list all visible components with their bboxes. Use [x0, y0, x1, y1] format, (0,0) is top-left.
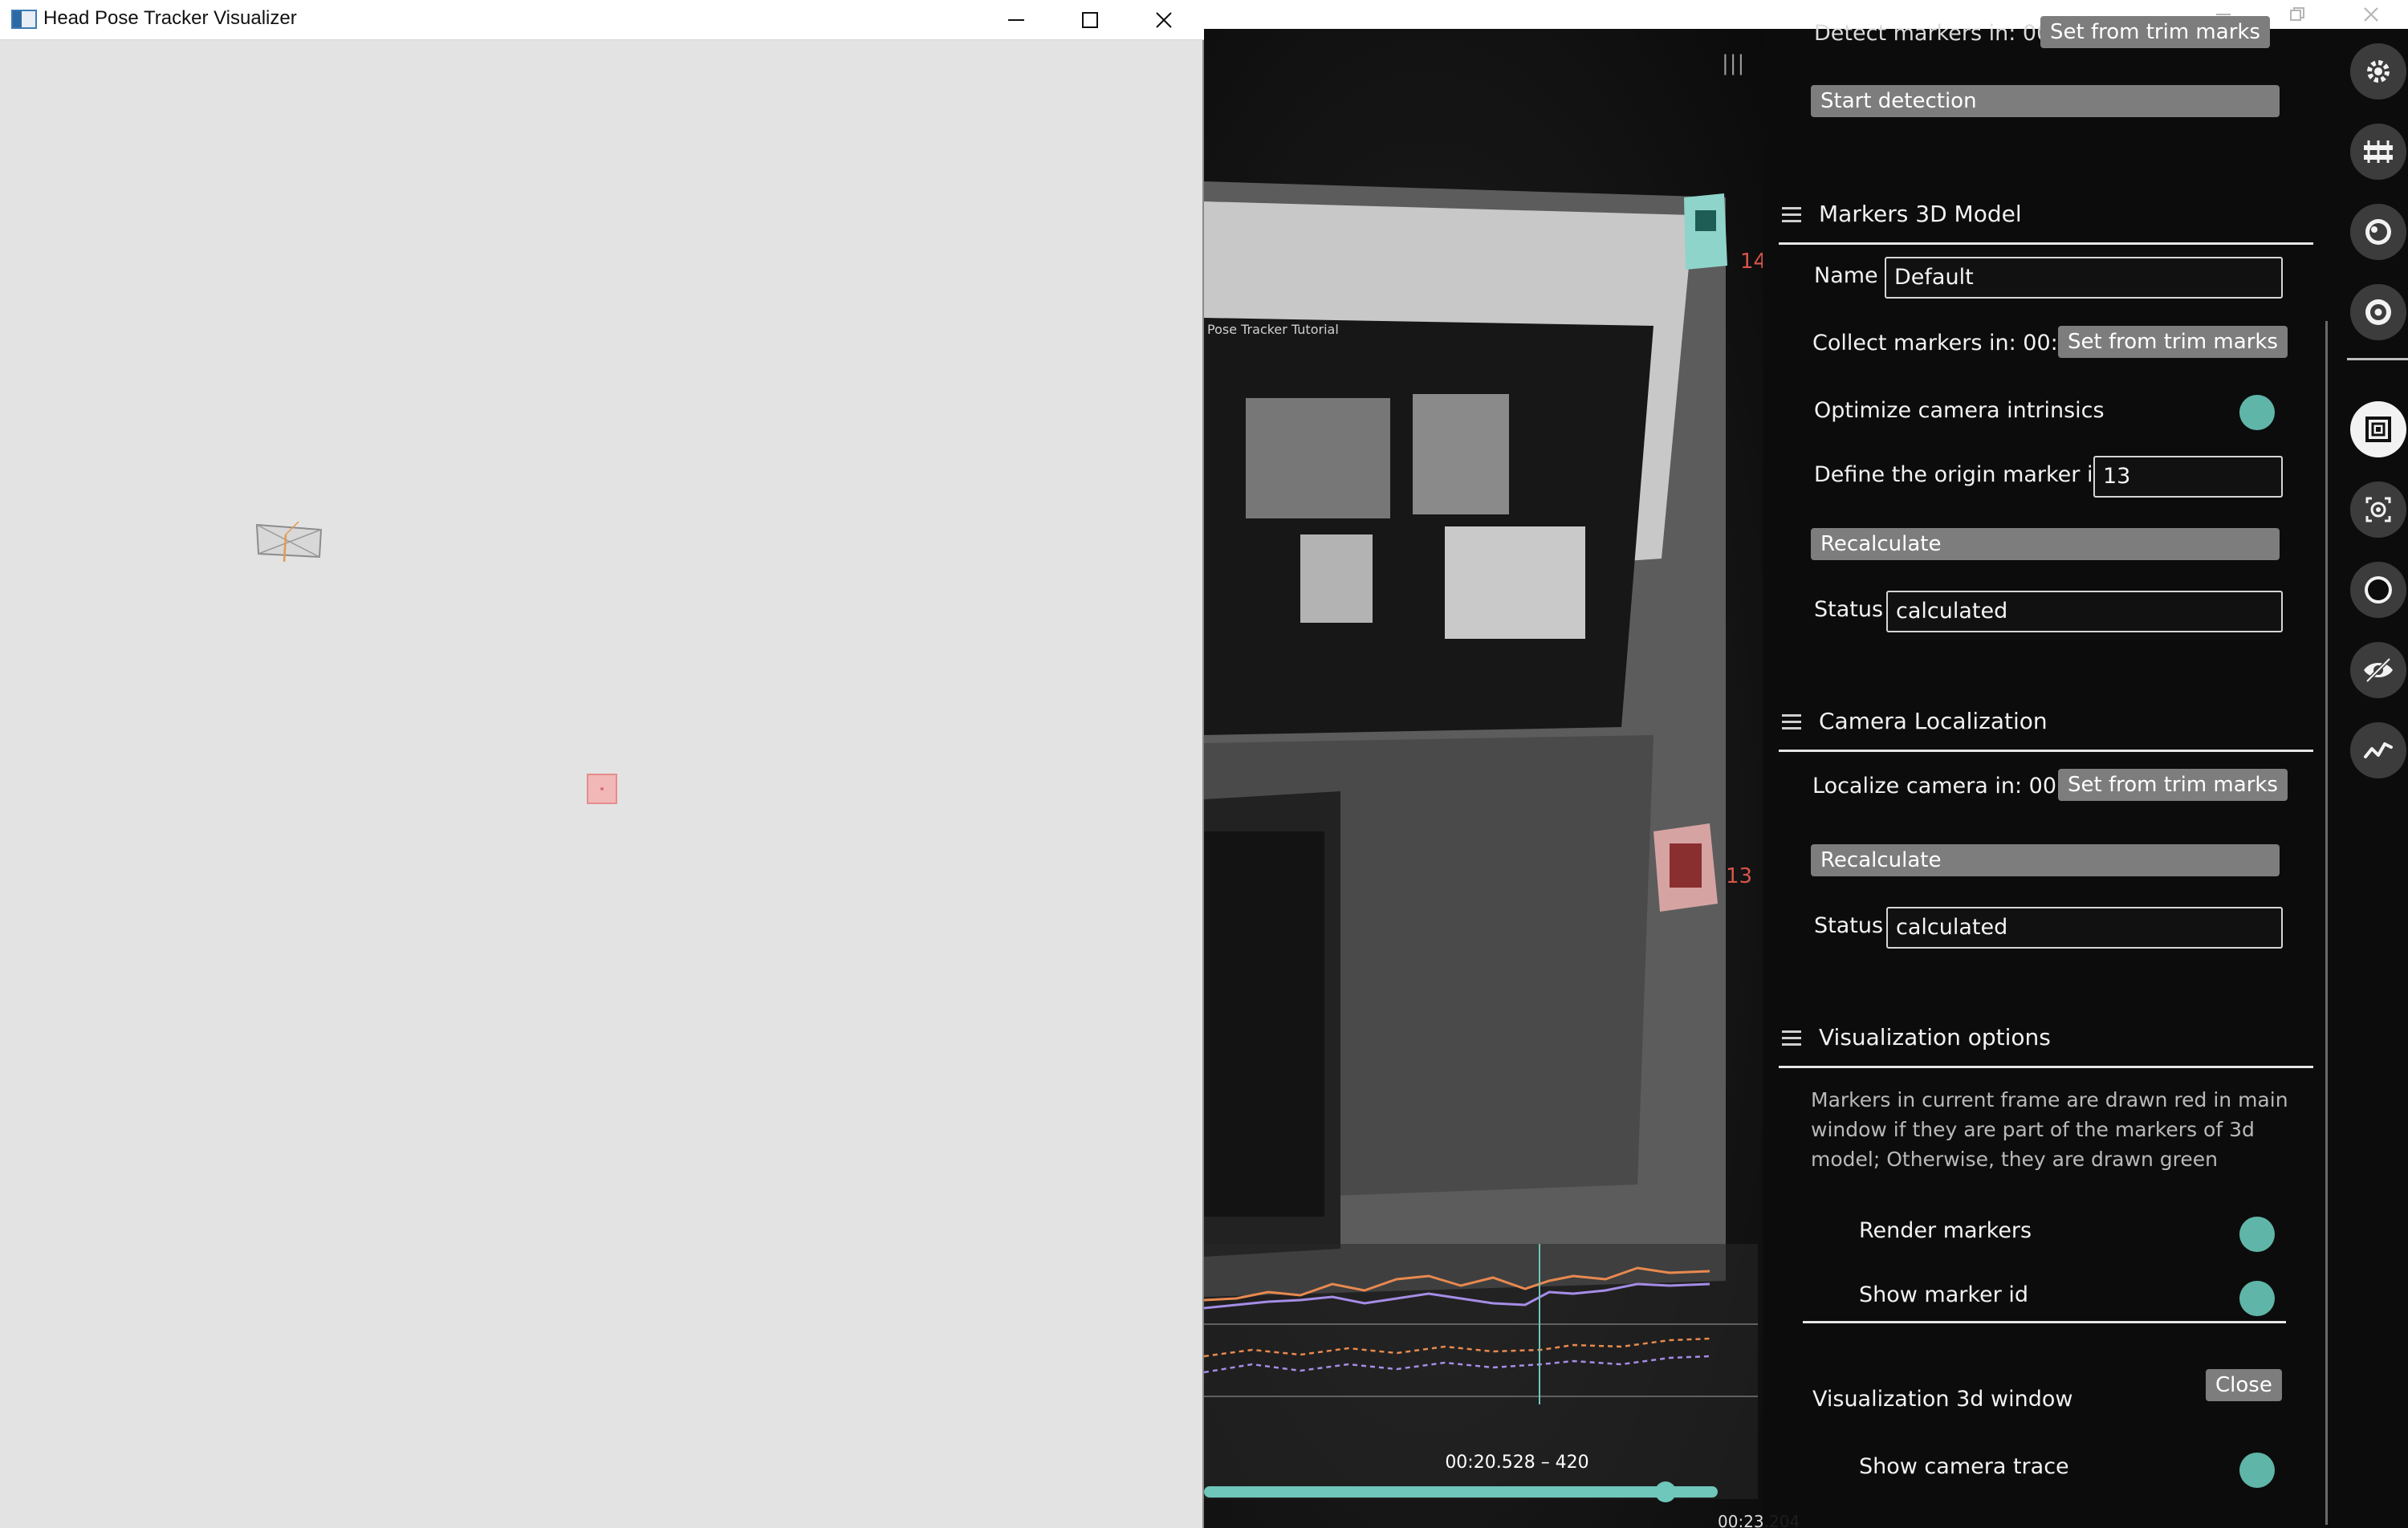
grip-handle-icon[interactable]: ||| [1722, 51, 1745, 75]
origin-marker-input[interactable]: 13 [2093, 456, 2283, 498]
section-title: Camera Localization [1819, 708, 2048, 734]
close-icon [1156, 12, 1172, 28]
gear-icon[interactable] [2350, 43, 2406, 100]
localize-set-from-trim-button[interactable]: Set from trim marks [2058, 769, 2288, 801]
panel-scrollbar[interactable] [2325, 321, 2328, 1525]
timeline-series-orange-bottom [1204, 1337, 1710, 1358]
timeline-plots [1204, 1244, 1758, 1404]
section-title: Visualization options [1819, 1024, 2051, 1050]
optimize-intrinsics-label: Optimize camera intrinsics [1814, 398, 2105, 423]
model-status-label: Status [1814, 597, 1884, 622]
plugin-panel: Detect markers in: 00:00 Set from trim m… [1763, 16, 2331, 1528]
minimize-button[interactable] [979, 0, 1053, 40]
timeline-series-purple-top [1204, 1282, 1710, 1310]
3d-visualization-canvas[interactable] [0, 40, 1204, 1528]
show-camera-trace-toggle[interactable] [2239, 1453, 2275, 1488]
window-title: Head Pose Tracker Visualizer [43, 7, 297, 29]
player-window: 14 13 Pose Tracker Tutorial ||| 00:20.52… [1204, 0, 2408, 1528]
eye-overlay-icon[interactable] [2350, 204, 2406, 260]
restore-icon [2290, 7, 2304, 21]
visualization-note: Markers in current frame are drawn red i… [1811, 1088, 2288, 1171]
sub-divider [1803, 1321, 2286, 1323]
render-markers-toggle[interactable] [2239, 1217, 2275, 1252]
show-camera-trace-label: Show camera trace [1859, 1454, 2069, 1479]
target-icon[interactable] [2350, 284, 2406, 340]
optimize-intrinsics-toggle[interactable] [2239, 395, 2275, 430]
detect-set-from-trim-button[interactable]: Set from trim marks [2040, 16, 2270, 48]
record-dot-icon[interactable] [2350, 562, 2406, 618]
show-marker-id-label: Show marker id [1859, 1282, 2028, 1307]
head-pose-marker-icon[interactable] [2350, 401, 2406, 457]
start-detection-button[interactable]: Start detection [1811, 85, 2280, 117]
hidden-eye-icon[interactable] [2350, 642, 2406, 698]
hamburger-icon[interactable] [1782, 714, 1801, 734]
vis3d-window-label: Visualization 3d window [1812, 1387, 2073, 1412]
camera-capture-icon[interactable] [2350, 482, 2406, 538]
maximize-button[interactable] [1053, 0, 1127, 40]
name-label: Name [1814, 263, 1878, 288]
collect-markers-label: Collect markers in: 00:0 [1812, 331, 2072, 356]
model-name-input[interactable]: Default [1885, 257, 2283, 299]
maximize-icon [1082, 12, 1098, 28]
marker-id-label-13: 13 [1726, 864, 1752, 888]
visualizer-window: Head Pose Tracker Visualizer [0, 0, 1204, 1528]
section-divider [1779, 1066, 2313, 1068]
plugin-sliders-icon[interactable] [2350, 124, 2406, 180]
section-divider [1779, 750, 2313, 752]
vis3d-close-button[interactable]: Close [2206, 1369, 2282, 1401]
marker-id-label-14: 14 [1740, 250, 1763, 274]
close-icon [2364, 7, 2378, 22]
seek-bar[interactable] [1204, 1486, 1718, 1498]
player-restore-button[interactable] [2260, 0, 2334, 29]
hamburger-icon[interactable] [1782, 1030, 1801, 1050]
collect-set-from-trim-button[interactable]: Set from trim marks [2058, 326, 2288, 358]
hamburger-icon[interactable] [1782, 207, 1801, 226]
show-marker-id-toggle[interactable] [2239, 1281, 2275, 1316]
aruco-marker-14 [1684, 193, 1727, 270]
localize-camera-label: Localize camera in: 00:0 [1812, 774, 2078, 799]
model-status-field: calculated [1886, 591, 2283, 632]
plugin-icon-bar [2331, 29, 2408, 1528]
localization-status-field: calculated [1886, 907, 2283, 949]
visualizer-titlebar[interactable]: Head Pose Tracker Visualizer [0, 0, 1204, 40]
model-recalculate-button[interactable]: Recalculate [1811, 528, 2280, 560]
camera-frustum [255, 521, 323, 563]
iconbar-separator [2347, 358, 2408, 360]
section-divider [1779, 242, 2313, 245]
render-markers-label: Render markers [1859, 1218, 2032, 1243]
screen-heading-text: Pose Tracker Tutorial [1207, 322, 1339, 337]
app-icon [11, 10, 37, 29]
localization-recalculate-button[interactable]: Recalculate [1811, 844, 2280, 876]
close-button[interactable] [1127, 0, 1201, 40]
origin-marker-label: Define the origin marker id [1814, 462, 2107, 487]
minimize-icon [1008, 19, 1024, 21]
desktop: Head Pose Tracker Visualizer 14 13 Pose … [0, 0, 2408, 1528]
timeline-range-label: 00:20.528 – 420 [1445, 1453, 1589, 1473]
section-title: Markers 3D Model [1819, 201, 2022, 227]
player-close-button[interactable] [2334, 0, 2408, 29]
aruco-marker-13 [1653, 823, 1718, 912]
trend-line-icon[interactable] [2350, 722, 2406, 778]
localization-status-label: Status [1814, 913, 1884, 938]
timeline-series-purple-bottom [1204, 1355, 1710, 1374]
origin-marker [587, 774, 617, 804]
